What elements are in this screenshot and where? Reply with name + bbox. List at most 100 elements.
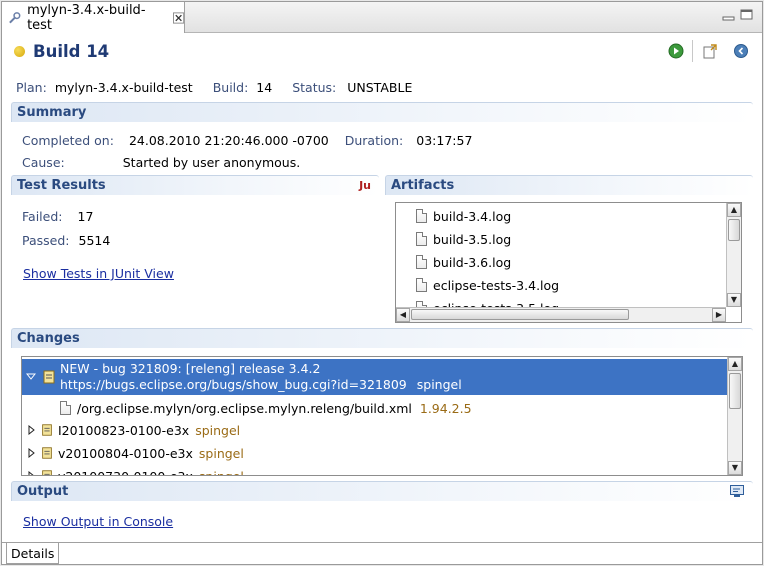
minimize-icon[interactable] [722, 9, 736, 21]
summary-completed-row: Completed on: 24.08.2010 21:20:46.000 -0… [22, 133, 472, 148]
status-label: Status: [292, 80, 337, 95]
list-item[interactable]: eclipse-tests-3.4.log [416, 275, 559, 295]
duration-label: Duration: [344, 133, 404, 148]
duration-value: 03:17:57 [416, 133, 473, 148]
run-build-icon[interactable] [668, 43, 684, 59]
completed-label: Completed on: [22, 133, 114, 148]
artifacts-vertical-scrollbar[interactable]: ▲ ▼ [726, 203, 741, 307]
changeset-icon [42, 447, 52, 459]
artifacts-horizontal-scrollbar[interactable]: ◀ ▶ [396, 307, 726, 322]
changed-file-path: /org.eclipse.mylyn/org.eclipse.mylyn.rel… [77, 400, 412, 416]
tab-details[interactable]: Details [6, 543, 60, 564]
failed-row: Failed: 17 [22, 209, 93, 224]
artifacts-title: Artifacts [391, 178, 455, 193]
scrollbar-thumb[interactable] [728, 219, 740, 241]
change-label: v20100730-0100-e3x [58, 468, 193, 476]
wrench-icon [9, 11, 21, 23]
tab-details-label: Details [11, 545, 55, 561]
build-value: 14 [256, 80, 273, 95]
chevron-down-icon[interactable] [26, 371, 36, 381]
scroll-down-icon[interactable]: ▼ [728, 461, 742, 475]
list-item[interactable]: build-3.5.log [416, 229, 511, 249]
console-icon[interactable] [730, 485, 744, 498]
artifacts-section-header[interactable]: Artifacts [385, 175, 753, 195]
artifacts-list[interactable]: build-3.4.log build-3.5.log build-3.6.lo… [395, 202, 742, 323]
changes-title: Changes [17, 331, 80, 346]
table-row[interactable]: NEW - bug 321809: [releng] release 3.4.2… [22, 359, 727, 395]
file-icon [416, 232, 427, 246]
build-header: Build 14 [14, 40, 109, 62]
table-row[interactable]: v20100804-0100-e3x spingel [22, 442, 244, 464]
scroll-left-icon[interactable]: ◀ [396, 308, 410, 322]
scrollbar-thumb[interactable] [411, 309, 629, 320]
failed-value: 17 [77, 209, 94, 224]
table-row[interactable]: I20100823-0100-e3x spingel [22, 419, 240, 441]
completed-value: 24.08.2010 21:20:46.000 -0700 [128, 133, 329, 148]
show-output-console-link[interactable]: Show Output in Console [23, 514, 173, 529]
table-row[interactable]: /org.eclipse.mylyn/org.eclipse.mylyn.rel… [60, 397, 472, 419]
plan-info-row: Plan: mylyn-3.4.x-build-test Build: 14 S… [16, 80, 412, 98]
plan-label: Plan: [16, 80, 47, 95]
changes-section-header[interactable]: Changes [11, 328, 753, 348]
editor-tab-label: mylyn-3.4.x-build-test [27, 2, 146, 33]
scrollbar-thumb[interactable] [729, 373, 741, 409]
change-bug-url: https://bugs.eclipse.org/bugs/show_bug.c… [60, 377, 407, 392]
artifact-label: build-3.6.log [433, 254, 512, 270]
chevron-right-icon[interactable] [26, 471, 36, 476]
artifact-label: eclipse-tests-3.4.log [433, 277, 560, 293]
test-results-title: Test Results [17, 178, 106, 193]
summary-title: Summary [17, 105, 87, 120]
table-row[interactable]: v20100730-0100-e3x spingel [22, 465, 244, 476]
junit-icon[interactable]: Ju [359, 179, 371, 192]
changeset-icon [43, 370, 55, 384]
chevron-right-icon[interactable] [26, 448, 36, 458]
build-label: Build: [212, 80, 249, 95]
file-icon [416, 255, 427, 269]
artifact-label: build-3.4.log [433, 208, 512, 224]
file-icon [416, 209, 427, 223]
scroll-right-icon[interactable]: ▶ [712, 308, 726, 322]
status-value: UNSTABLE [347, 80, 413, 95]
show-tests-junit-link[interactable]: Show Tests in JUnit View [23, 266, 174, 281]
change-author: spingel [198, 445, 244, 461]
output-title: Output [17, 484, 69, 499]
page-title: Build 14 [33, 41, 110, 61]
change-message: NEW - bug 321809: [releng] release 3.4.2 [60, 361, 321, 376]
summary-section-header[interactable]: Summary [11, 102, 753, 122]
summary-cause-row: Cause: Started by user anonymous. [22, 155, 300, 170]
artifact-label: build-3.5.log [433, 231, 512, 247]
failed-label: Failed: [22, 209, 63, 224]
passed-row: Passed: 5514 [22, 233, 110, 248]
editor-window: mylyn-3.4.x-build-test Build 14 Plan: my… [1, 1, 763, 565]
passed-label: Passed: [22, 233, 70, 248]
changeset-icon [42, 470, 52, 475]
list-item[interactable]: build-3.4.log [416, 206, 511, 226]
change-author: spingel [198, 468, 244, 476]
file-revision: 1.94.2.5 [419, 400, 472, 416]
scroll-up-icon[interactable]: ▲ [727, 203, 741, 217]
change-label: v20100804-0100-e3x [58, 445, 193, 461]
cause-value: Started by user anonymous. [122, 155, 301, 170]
maximize-icon[interactable] [740, 9, 754, 21]
scroll-up-icon[interactable]: ▲ [728, 357, 742, 371]
changes-tree[interactable]: NEW - bug 321809: [releng] release 3.4.2… [21, 356, 743, 476]
output-section-header[interactable]: Output [11, 481, 753, 501]
status-bulb-icon [14, 45, 25, 57]
close-icon[interactable] [172, 11, 184, 24]
chevron-right-icon[interactable] [26, 425, 36, 435]
change-label: I20100823-0100-e3x [58, 422, 190, 438]
help-icon[interactable] [733, 43, 749, 59]
editor-tab[interactable]: mylyn-3.4.x-build-test [2, 2, 185, 33]
toolbar-separator [692, 40, 693, 62]
changeset-icon [42, 424, 52, 436]
file-icon [60, 401, 71, 415]
cause-label: Cause: [22, 155, 65, 170]
changes-vertical-scrollbar[interactable]: ▲ ▼ [727, 357, 742, 475]
change-author: spingel [195, 422, 241, 438]
scroll-down-icon[interactable]: ▼ [727, 293, 741, 307]
test-results-section-header[interactable]: Test Results Ju [11, 175, 379, 195]
plan-value: mylyn-3.4.x-build-test [54, 80, 193, 95]
open-with-browser-icon[interactable] [702, 43, 718, 59]
file-icon [416, 278, 427, 292]
list-item[interactable]: build-3.6.log [416, 252, 511, 272]
